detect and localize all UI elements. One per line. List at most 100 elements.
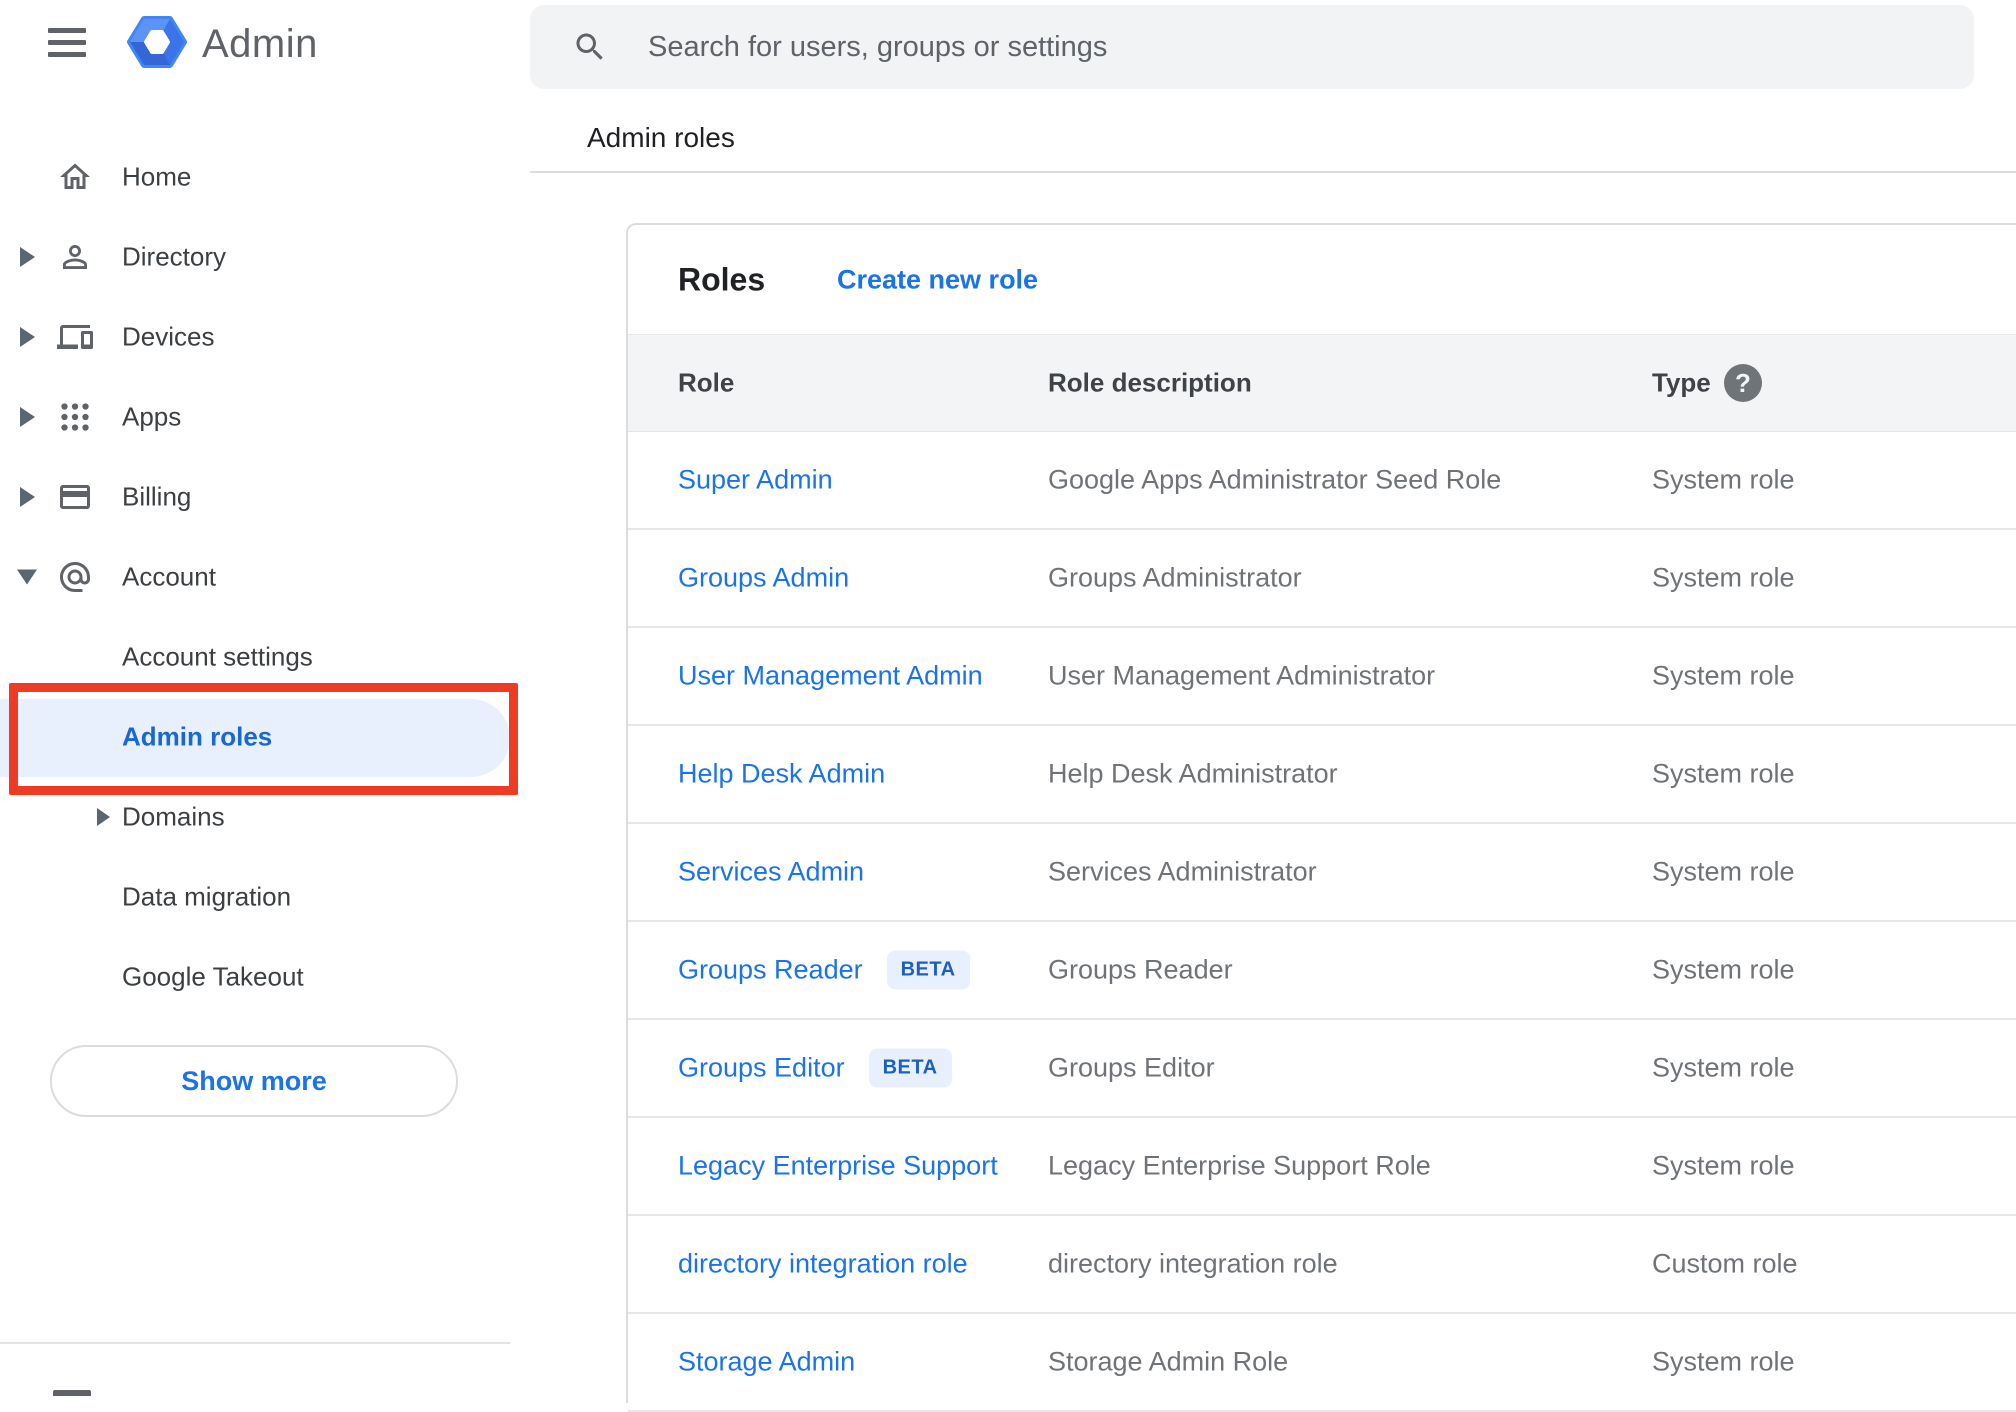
expand-arrow-icon[interactable] bbox=[97, 808, 110, 826]
at-email-icon bbox=[57, 559, 93, 595]
sidebar-item-devices[interactable]: Devices bbox=[0, 297, 518, 377]
role-cell: Legacy Enterprise Support bbox=[678, 1151, 998, 1182]
table-row: Groups Editor BETA Groups Editor System rol… bbox=[628, 1020, 2016, 1118]
column-header-role-description: Role description bbox=[1048, 367, 1252, 398]
role-link[interactable]: Storage Admin bbox=[678, 1347, 855, 1378]
roles-table-body: Super Admin Google Apps Administrator See… bbox=[628, 432, 2016, 1412]
role-cell: Groups Editor BETA bbox=[678, 1048, 952, 1088]
apps-icon bbox=[57, 399, 93, 435]
table-header-row: Role Role description Type ? bbox=[628, 334, 2016, 432]
beta-badge: BETA bbox=[868, 1048, 952, 1088]
table-row: Help Desk Admin Help Desk Administrator Sy… bbox=[628, 726, 2016, 824]
home-icon bbox=[57, 159, 93, 195]
table-row: Groups Reader BETA Groups Reader System rol… bbox=[628, 922, 2016, 1020]
sidebar-item-label: Google Takeout bbox=[122, 961, 304, 992]
role-description-cell: Groups Administrator bbox=[1048, 562, 1302, 593]
create-new-role-link[interactable]: Create new role bbox=[837, 264, 1038, 295]
role-cell: Help Desk Admin bbox=[678, 759, 885, 790]
table-row: Groups Admin Groups Administrator System r… bbox=[628, 530, 2016, 628]
expand-arrow-icon[interactable] bbox=[20, 247, 35, 267]
sidebar-item-label: Data migration bbox=[122, 881, 292, 912]
role-type-cell: System role bbox=[1652, 1052, 1795, 1083]
role-type-cell: System role bbox=[1652, 562, 1795, 593]
search-placeholder: Search for users, groups or settings bbox=[648, 30, 1108, 63]
role-link[interactable]: Groups Editor bbox=[678, 1053, 845, 1084]
person-icon bbox=[57, 239, 93, 275]
devices-icon bbox=[57, 319, 93, 355]
role-cell: directory integration role bbox=[678, 1249, 968, 1280]
column-header-role: Role bbox=[678, 367, 735, 398]
app-title: Admin bbox=[202, 22, 318, 66]
collapse-arrow-icon[interactable] bbox=[17, 569, 37, 585]
role-description-cell: directory integration role bbox=[1048, 1248, 1338, 1279]
sidebar-item-domains[interactable]: Domains bbox=[0, 777, 518, 857]
role-cell: User Management Admin bbox=[678, 661, 983, 692]
role-link[interactable]: Groups Reader bbox=[678, 955, 863, 986]
role-link[interactable]: Legacy Enterprise Support bbox=[678, 1151, 998, 1182]
table-row: directory integration role directory inte… bbox=[628, 1216, 2016, 1314]
role-cell: Super Admin bbox=[678, 465, 833, 496]
header-divider bbox=[530, 171, 2016, 173]
role-type-cell: System role bbox=[1652, 856, 1795, 887]
sidebar-item-label: Admin roles bbox=[122, 721, 273, 752]
role-type-cell: System role bbox=[1652, 1150, 1795, 1181]
role-cell: Services Admin bbox=[678, 857, 864, 888]
sidebar-item-account[interactable]: Account bbox=[0, 537, 518, 617]
role-link[interactable]: Services Admin bbox=[678, 857, 864, 888]
role-description-cell: User Management Administrator bbox=[1048, 660, 1436, 691]
beta-badge: BETA bbox=[886, 950, 970, 990]
role-cell: Storage Admin bbox=[678, 1347, 855, 1378]
role-link[interactable]: Groups Admin bbox=[678, 563, 849, 594]
sidebar-item-label: Home bbox=[122, 161, 192, 192]
sidebar-bottom-divider bbox=[0, 1342, 510, 1344]
role-description-cell: Google Apps Administrator Seed Role bbox=[1048, 464, 1502, 495]
search-icon bbox=[576, 33, 603, 60]
expand-arrow-icon[interactable] bbox=[20, 327, 35, 347]
sidebar-item-label: Devices bbox=[122, 321, 215, 352]
role-link[interactable]: Super Admin bbox=[678, 465, 833, 496]
sidebar-item-google-takeout[interactable]: Google Takeout bbox=[0, 937, 518, 1017]
sidebar-item-apps[interactable]: Apps bbox=[0, 377, 518, 457]
column-header-type: Type bbox=[1652, 367, 1711, 398]
sidebar-item-label: Account settings bbox=[122, 641, 313, 672]
role-type-cell: System role bbox=[1652, 1346, 1795, 1377]
sidebar-item-home[interactable]: Home bbox=[0, 137, 518, 217]
sidebar-item-label: Directory bbox=[122, 241, 227, 272]
role-link[interactable]: Help Desk Admin bbox=[678, 759, 885, 790]
role-type-cell: System role bbox=[1652, 758, 1795, 789]
expand-arrow-icon[interactable] bbox=[20, 487, 35, 507]
hamburger-menu-icon[interactable] bbox=[48, 26, 88, 57]
breadcrumb: Admin roles bbox=[587, 122, 735, 153]
sidebar-item-label: Billing bbox=[122, 481, 192, 512]
sidebar-item-data-migration[interactable]: Data migration bbox=[0, 857, 518, 937]
role-description-cell: Legacy Enterprise Support Role bbox=[1048, 1150, 1431, 1181]
admin-logo[interactable]: Admin bbox=[126, 12, 318, 77]
role-link[interactable]: directory integration role bbox=[678, 1249, 968, 1280]
role-description-cell: Groups Reader bbox=[1048, 954, 1233, 985]
role-type-cell: System role bbox=[1652, 954, 1795, 985]
table-row: Services Admin Services Administrator Syst… bbox=[628, 824, 2016, 922]
search-input[interactable]: Search for users, groups or settings bbox=[530, 5, 1974, 89]
credit-card-icon bbox=[57, 479, 93, 515]
sidebar-item-directory[interactable]: Directory bbox=[0, 217, 518, 297]
role-description-cell: Services Administrator bbox=[1048, 856, 1317, 887]
sidebar-item-account-settings[interactable]: Account settings bbox=[0, 617, 518, 697]
sidebar-item-label: Account bbox=[122, 561, 216, 592]
table-row: Legacy Enterprise Support Legacy Enterpri… bbox=[628, 1118, 2016, 1216]
role-description-cell: Groups Editor bbox=[1048, 1052, 1215, 1083]
type-help-icon[interactable]: ? bbox=[1724, 364, 1762, 402]
roles-card-header: Roles Create new role bbox=[628, 225, 2016, 334]
role-cell: Groups Reader BETA bbox=[678, 950, 970, 990]
role-link[interactable]: User Management Admin bbox=[678, 661, 983, 692]
admin-logo-hexagon-icon bbox=[126, 12, 188, 77]
table-row: Storage Admin Storage Admin Role System ro… bbox=[628, 1314, 2016, 1412]
roles-title: Roles bbox=[678, 261, 766, 297]
sidebar-item-billing[interactable]: Billing bbox=[0, 457, 518, 537]
sidebar-nav: Home Directory Devices Apps Billing Account Ac… bbox=[0, 137, 518, 1017]
sidebar-item-label: Domains bbox=[122, 801, 225, 832]
expand-arrow-icon[interactable] bbox=[20, 407, 35, 427]
table-row: User Management Admin User Management Adm… bbox=[628, 628, 2016, 726]
show-more-button[interactable]: Show more bbox=[50, 1045, 458, 1117]
sidebar-item-admin-roles[interactable]: Admin roles bbox=[0, 697, 518, 777]
role-description-cell: Help Desk Administrator bbox=[1048, 758, 1338, 789]
